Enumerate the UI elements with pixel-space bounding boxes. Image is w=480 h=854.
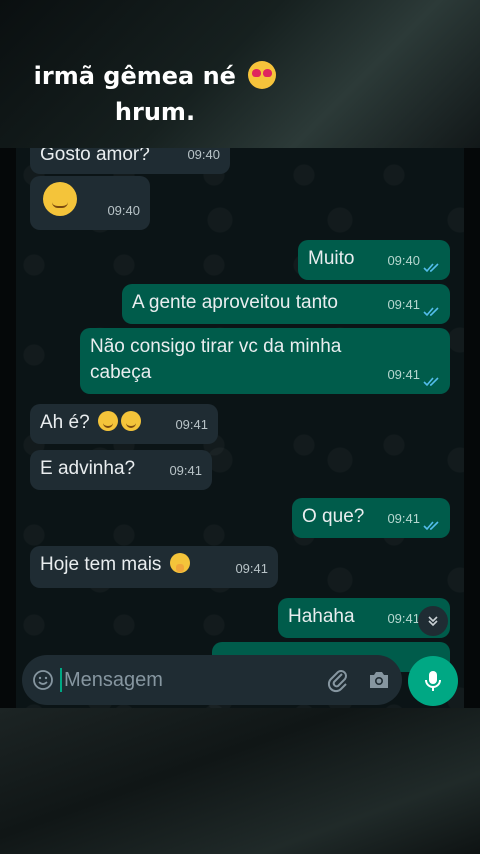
video-overlay-bottom: [0, 708, 480, 854]
message-bubble[interactable]: Gosto amor? 09:40: [30, 148, 230, 174]
read-ticks-icon: [423, 263, 439, 273]
smirk-emoji-icon: [120, 411, 141, 431]
message-time: 09:41: [387, 367, 420, 382]
caption-line-2: hrum.: [114, 98, 196, 126]
heart-eyes-emoji-icon: [248, 61, 277, 89]
message-text: E advinha?: [40, 458, 136, 479]
message-bubble[interactable]: O que? 09:41: [292, 498, 450, 538]
emoji-picker-icon[interactable]: [32, 669, 54, 691]
message-composer: [22, 655, 402, 705]
caption-line-1: irmã gêmea né: [33, 62, 236, 90]
smirk-emoji-icon: [97, 411, 118, 431]
message-time: 09:40: [107, 203, 140, 218]
message-time: 09:41: [235, 561, 268, 576]
camera-icon[interactable]: [367, 668, 391, 692]
message-text: Hahaha: [288, 606, 355, 627]
shushing-face-emoji-icon: [169, 553, 190, 573]
message-bubble[interactable]: E advinha? 09:41: [30, 450, 212, 490]
read-ticks-icon: [423, 307, 439, 317]
smirk-emoji-icon: [43, 182, 77, 216]
message-bubble[interactable]: Muito 09:40: [298, 240, 450, 280]
message-time: 09:41: [169, 463, 202, 478]
message-bubble[interactable]: Não consigo tirar vc da minha cabeça 09:…: [80, 328, 450, 394]
message-time: 09:41: [387, 611, 420, 626]
message-text: O que?: [302, 506, 365, 527]
video-caption: irmã gêmea né hrum.: [0, 58, 310, 130]
message-text: Ah é?: [40, 412, 90, 433]
message-time: 09:40: [187, 148, 220, 162]
scroll-to-bottom-button[interactable]: [418, 606, 448, 636]
frame-right: [464, 148, 480, 708]
message-bubble[interactable]: 09:40: [30, 176, 150, 230]
message-text: Hoje tem mais: [40, 554, 162, 575]
message-text: A gente aproveitou tanto: [132, 292, 338, 313]
microphone-icon: [425, 671, 441, 691]
read-ticks-icon: [423, 521, 439, 531]
read-ticks-icon: [423, 377, 439, 387]
message-time: 09:40: [387, 253, 420, 268]
message-text: Gosto amor?: [40, 148, 150, 165]
message-bubble[interactable]: A gente aproveitou tanto 09:41: [122, 284, 450, 324]
message-time: 09:41: [175, 417, 208, 432]
message-text: Muito: [308, 248, 355, 269]
message-time: 09:41: [387, 511, 420, 526]
message-time: 09:41: [387, 297, 420, 312]
chevron-double-down-icon: [428, 616, 438, 627]
attach-clip-icon[interactable]: [325, 667, 351, 693]
message-bubble[interactable]: Ah é? 09:41: [30, 404, 218, 444]
voice-message-button[interactable]: [408, 656, 458, 706]
chat-area[interactable]: Gosto amor? 09:40 09:40 Muito 09:40 A ge…: [16, 148, 464, 708]
message-input[interactable]: [60, 668, 304, 692]
message-bubble[interactable]: Hoje tem mais 09:41: [30, 546, 278, 588]
message-text: Não consigo tirar vc da minha cabeça: [90, 336, 342, 383]
frame-left: [0, 148, 16, 708]
